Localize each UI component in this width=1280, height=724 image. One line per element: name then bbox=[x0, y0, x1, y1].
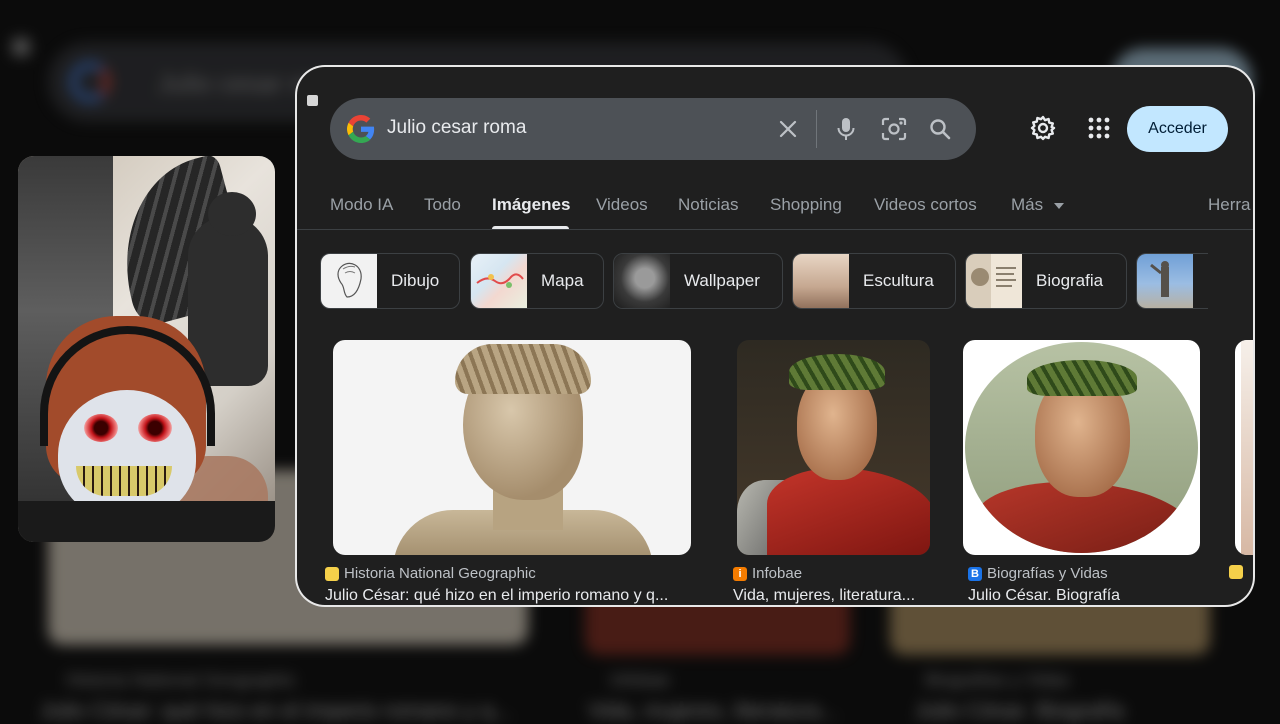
result-source-label: Biografías y Vidas bbox=[987, 565, 1108, 582]
background-google-logo-icon bbox=[70, 62, 110, 102]
search-window: Julio cesar roma Acceder Modo IA Todo Im… bbox=[297, 67, 1253, 605]
painting-robe bbox=[767, 468, 930, 555]
google-logo-icon bbox=[347, 115, 375, 143]
result-title[interactable]: Vida, mujeres, literatura... bbox=[733, 587, 937, 605]
result-image-partial[interactable] bbox=[1235, 340, 1253, 555]
favicon-icon: B bbox=[968, 566, 982, 581]
chip-mapa[interactable]: Mapa bbox=[470, 253, 604, 309]
webcam-mask-mouth bbox=[76, 466, 172, 496]
chip-label: Dibujo bbox=[391, 271, 440, 290]
tab-noticias[interactable]: Noticias bbox=[678, 195, 738, 215]
caret-down-icon bbox=[1053, 202, 1064, 209]
bust-laurel bbox=[455, 344, 591, 394]
background-result-source: Infobae bbox=[610, 670, 671, 690]
webcam-mask-eye bbox=[138, 414, 172, 442]
webcam-overlay bbox=[18, 156, 275, 542]
favicon-icon bbox=[1229, 565, 1243, 579]
round-portrait-frame bbox=[965, 342, 1198, 553]
background-tab-icon bbox=[12, 38, 30, 56]
tabs-divider bbox=[297, 229, 1253, 230]
search-query[interactable]: Julio cesar roma bbox=[387, 117, 526, 139]
chip-dibujo[interactable]: Dibujo bbox=[320, 253, 460, 309]
chip-thumbnail bbox=[1137, 254, 1193, 308]
signin-button[interactable]: Acceder bbox=[1127, 106, 1228, 152]
chip-label: Mapa bbox=[541, 271, 584, 290]
search-bar-divider bbox=[816, 110, 817, 148]
search-icon[interactable] bbox=[924, 113, 956, 145]
background-result-source: Historia National Geographic bbox=[66, 670, 297, 690]
chip-thumbnail bbox=[966, 254, 1022, 308]
chip-thumbnail bbox=[793, 254, 849, 308]
apps-grid-icon[interactable] bbox=[1083, 112, 1115, 144]
window-menu-icon[interactable] bbox=[307, 95, 318, 106]
background-result-title: Vida, mujeres, literatura... bbox=[588, 698, 839, 723]
favicon-icon bbox=[325, 566, 339, 581]
gear-icon[interactable] bbox=[1027, 112, 1059, 144]
painting-laurel bbox=[789, 354, 885, 390]
chip-escultura[interactable]: Escultura bbox=[792, 253, 956, 309]
tab-mas[interactable]: Más bbox=[1011, 195, 1064, 215]
result-source-label: Infobae bbox=[752, 565, 803, 582]
mic-icon[interactable] bbox=[830, 113, 862, 145]
chip-biografia[interactable]: Biografia bbox=[965, 253, 1127, 309]
result-source[interactable]: Historia National Geographic bbox=[325, 565, 536, 582]
chip-thumbnail bbox=[321, 254, 377, 308]
chip-thumbnail bbox=[614, 254, 670, 308]
result-source[interactable] bbox=[1229, 565, 1248, 579]
chip-thumbnail bbox=[471, 254, 527, 308]
tab-herramientas[interactable]: Herra bbox=[1208, 195, 1251, 215]
tab-shopping[interactable]: Shopping bbox=[770, 195, 842, 215]
tab-imagenes[interactable]: Imágenes bbox=[492, 195, 570, 215]
favicon-icon: i bbox=[733, 566, 747, 581]
result-source-label: Historia National Geographic bbox=[344, 565, 536, 582]
chip-label: Escultura bbox=[863, 271, 934, 290]
tab-todo[interactable]: Todo bbox=[424, 195, 461, 215]
result-title[interactable]: Julio César. Biografía bbox=[968, 587, 1208, 605]
result-image-bust[interactable] bbox=[333, 340, 691, 555]
result-source[interactable]: B Biografías y Vidas bbox=[968, 565, 1108, 582]
background-result-source: Biografías y Vidas bbox=[925, 670, 1070, 690]
background-result-title: Julio César: qué hizo en el imperio roma… bbox=[40, 698, 513, 723]
tab-videos-cortos[interactable]: Videos cortos bbox=[874, 195, 977, 215]
chip-statue[interactable] bbox=[1136, 253, 1208, 309]
result-image-painting[interactable] bbox=[737, 340, 930, 555]
webcam-mask-eye bbox=[84, 414, 118, 442]
tab-videos[interactable]: Videos bbox=[596, 195, 648, 215]
search-bar[interactable]: Julio cesar roma bbox=[330, 98, 976, 160]
background-result-title: Julio César. Biografía bbox=[915, 698, 1125, 723]
partial-image-fill bbox=[1241, 340, 1253, 555]
webcam-cat-statue-head bbox=[208, 192, 256, 236]
tab-modo-ia[interactable]: Modo IA bbox=[330, 195, 393, 215]
chip-label: Biografia bbox=[1036, 271, 1104, 290]
chip-label: Wallpaper bbox=[684, 271, 760, 290]
camera-lens-icon[interactable] bbox=[878, 113, 910, 145]
result-title[interactable]: Julio César: qué hizo en el imperio roma… bbox=[325, 587, 701, 605]
result-image-round-portrait[interactable] bbox=[963, 340, 1200, 555]
close-icon[interactable] bbox=[772, 113, 804, 145]
webcam-shirt bbox=[18, 501, 275, 542]
chip-wallpaper[interactable]: Wallpaper bbox=[613, 253, 783, 309]
round-portrait-laurel bbox=[1027, 360, 1137, 396]
result-source[interactable]: i Infobae bbox=[733, 565, 802, 582]
tab-mas-label: Más bbox=[1011, 195, 1044, 214]
